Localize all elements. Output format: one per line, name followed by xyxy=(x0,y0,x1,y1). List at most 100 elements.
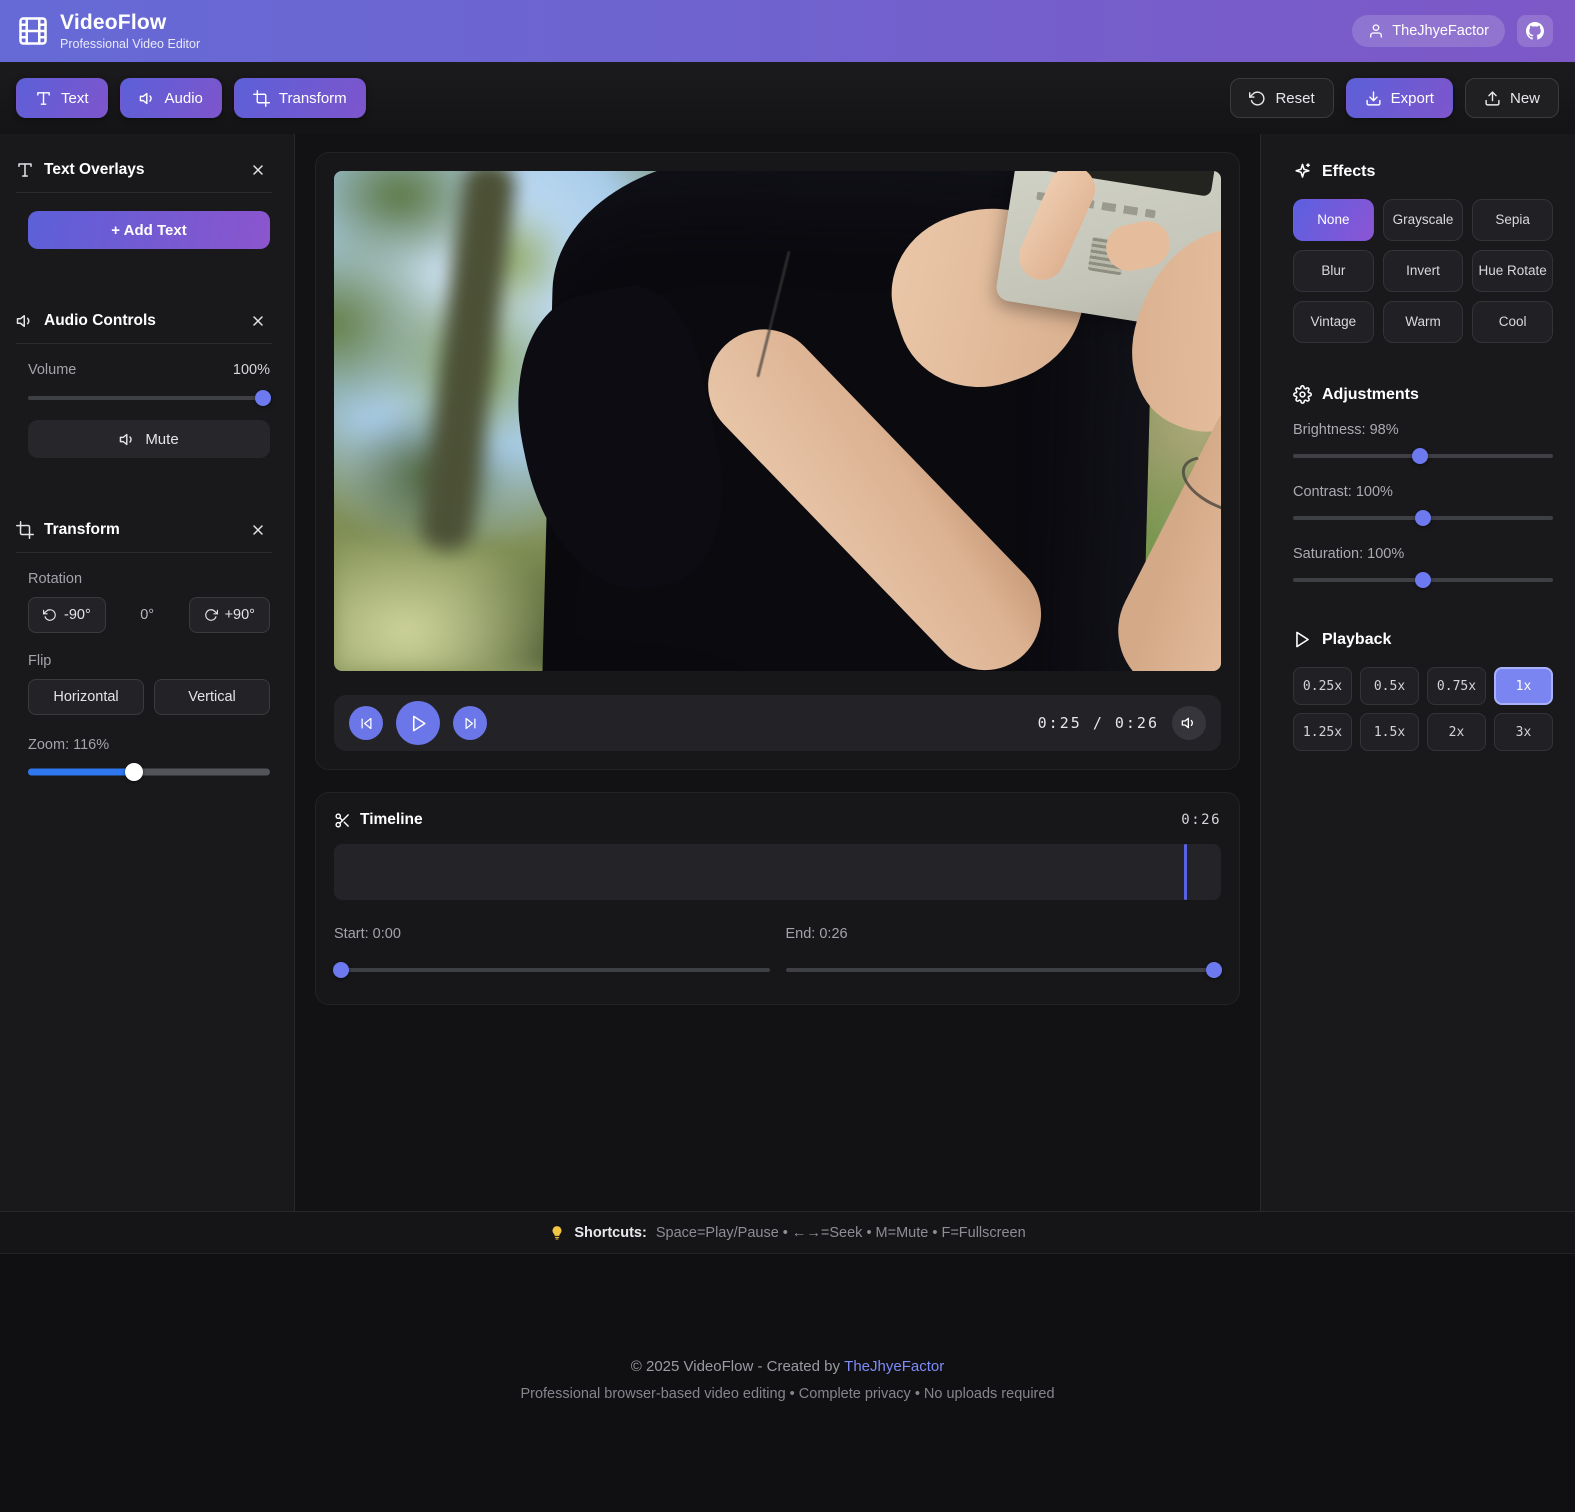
crop-icon xyxy=(16,521,34,539)
trim-start-track[interactable] xyxy=(334,968,770,972)
play-button[interactable] xyxy=(396,701,440,745)
effect-none-button[interactable]: None xyxy=(1293,199,1374,241)
zoom-slider[interactable] xyxy=(28,763,270,781)
export-button[interactable]: Export xyxy=(1345,78,1453,118)
saturation-slider[interactable] xyxy=(1293,572,1553,588)
effects-title: Effects xyxy=(1322,162,1376,180)
brightness-slider-thumb[interactable] xyxy=(1412,448,1429,464)
gear-icon xyxy=(1293,385,1312,404)
brightness-slider[interactable] xyxy=(1293,448,1553,464)
zoom-label: Zoom: 116% xyxy=(28,737,110,753)
user-badge[interactable]: TheJhyeFactor xyxy=(1352,15,1505,47)
speed-1-25x-button[interactable]: 1.25x xyxy=(1293,713,1352,751)
film-icon xyxy=(18,16,48,46)
audio-controls-header: Audio Controls xyxy=(16,311,272,344)
new-label: New xyxy=(1509,89,1540,107)
crop-icon xyxy=(252,89,270,107)
effect-blur-button[interactable]: Blur xyxy=(1293,250,1374,292)
effect-warm-button[interactable]: Warm xyxy=(1382,301,1464,343)
timeline-track[interactable] xyxy=(334,844,1221,900)
playback-section: Playback 0.25x 0.5x 0.75x 1x 1.25x 1.5x … xyxy=(1293,630,1553,751)
effect-hue-rotate-button[interactable]: Hue Rotate xyxy=(1472,250,1553,292)
shortcuts-bar: Shortcuts: Space=Play/Pause • ←→=Seek • … xyxy=(0,1211,1575,1253)
shortcuts-text: Space=Play/Pause • ←→=Seek • M=Mute • F=… xyxy=(655,1224,1026,1241)
transform-tool-label: Transform xyxy=(278,89,347,107)
site-footer: © 2025 VideoFlow - Created by TheJhyeFac… xyxy=(0,1253,1575,1512)
close-icon xyxy=(250,522,266,538)
close-transform-button[interactable] xyxy=(248,520,268,540)
effect-grayscale-button[interactable]: Grayscale xyxy=(1382,199,1464,241)
speed-0-5x-button[interactable]: 0.5x xyxy=(1360,667,1419,705)
transform-title: Transform xyxy=(44,521,120,538)
flip-horizontal-button[interactable]: Horizontal xyxy=(28,679,144,715)
trim-start-thumb[interactable] xyxy=(332,962,349,978)
speed-0-25x-button[interactable]: 0.25x xyxy=(1293,667,1352,705)
rotate-ccw-button[interactable]: -90° xyxy=(28,597,106,633)
speed-3x-button[interactable]: 3x xyxy=(1494,713,1553,751)
saturation-slider-thumb[interactable] xyxy=(1415,572,1431,588)
trim-end-label: End: 0:26 xyxy=(785,926,848,942)
speaker-icon xyxy=(16,312,34,330)
reset-button[interactable]: Reset xyxy=(1230,78,1334,118)
text-tool-button[interactable]: Text xyxy=(16,78,108,118)
close-icon xyxy=(250,162,266,178)
volume-slider-thumb[interactable] xyxy=(254,390,271,406)
volume-slider-track[interactable] xyxy=(28,396,270,400)
timeline-duration: 0:26 xyxy=(1181,812,1221,828)
speed-0-75x-button[interactable]: 0.75x xyxy=(1427,667,1486,705)
rotate-cw-button[interactable]: +90° xyxy=(188,597,270,633)
github-button[interactable] xyxy=(1517,15,1553,47)
rotation-value: 0° xyxy=(140,607,155,623)
trim-start-slider[interactable] xyxy=(332,962,770,978)
skip-back-button[interactable] xyxy=(349,706,383,740)
header-right: TheJhyeFactor xyxy=(1352,15,1553,47)
github-icon xyxy=(1526,22,1544,40)
effects-header: Effects xyxy=(1293,162,1553,181)
speed-1-5x-button[interactable]: 1.5x xyxy=(1360,713,1419,751)
zoom-slider-thumb[interactable] xyxy=(125,763,144,781)
close-audio-controls-button[interactable] xyxy=(248,311,268,331)
timeline-playhead[interactable] xyxy=(1183,844,1187,900)
trim-end-slider[interactable] xyxy=(785,962,1223,978)
effect-cool-button[interactable]: Cool xyxy=(1472,301,1553,343)
speed-2x-button[interactable]: 2x xyxy=(1427,713,1486,751)
volume-toggle-button[interactable] xyxy=(1172,706,1206,740)
speaker-icon xyxy=(119,431,136,448)
mute-button[interactable]: Mute xyxy=(28,420,270,458)
type-icon xyxy=(16,161,34,179)
flip-vertical-button[interactable]: Vertical xyxy=(154,679,270,715)
toolbar-right: Reset Export New xyxy=(1230,78,1559,118)
contrast-slider[interactable] xyxy=(1293,510,1553,526)
transform-panel: Transform Rotation -90° 0° +90° Flip Hor… xyxy=(16,520,272,781)
sparkles-icon xyxy=(1293,162,1312,181)
trim-end-thumb[interactable] xyxy=(1206,962,1223,978)
skip-forward-button[interactable] xyxy=(453,706,487,740)
contrast-slider-thumb[interactable] xyxy=(1415,510,1431,526)
credit-link[interactable]: TheJhyeFactor xyxy=(844,1358,944,1375)
audio-tool-button[interactable]: Audio xyxy=(119,78,222,118)
trim-end-track[interactable] xyxy=(785,968,1221,972)
speaker-icon xyxy=(1181,715,1197,731)
time-separator: / xyxy=(1092,714,1104,732)
transform-tool-button[interactable]: Transform xyxy=(233,78,366,118)
adjustments-section: Adjustments Brightness: 98% Contrast: 10… xyxy=(1293,385,1553,588)
speed-1x-button[interactable]: 1x xyxy=(1494,667,1553,705)
text-overlays-header: Text Overlays xyxy=(16,160,272,193)
effects-section: Effects None Grayscale Sepia Blur Invert… xyxy=(1293,162,1553,343)
video-preview[interactable] xyxy=(334,171,1221,671)
user-icon xyxy=(1368,23,1384,39)
effect-vintage-button[interactable]: Vintage xyxy=(1293,301,1374,343)
volume-slider[interactable] xyxy=(28,390,271,406)
left-sidebar: Text Overlays + Add Text Audio Controls … xyxy=(0,134,295,1211)
rotation-label: Rotation xyxy=(28,571,83,587)
app-subtitle: Professional Video Editor xyxy=(60,37,201,51)
type-icon xyxy=(35,90,52,107)
close-text-overlays-button[interactable] xyxy=(248,160,268,180)
flip-row: Horizontal Vertical xyxy=(28,679,270,715)
add-text-button[interactable]: + Add Text xyxy=(28,211,270,249)
effect-invert-button[interactable]: Invert xyxy=(1382,250,1464,292)
rotate-cw-label: +90° xyxy=(224,607,255,623)
new-button[interactable]: New xyxy=(1464,78,1559,118)
tagline: Professional browser-based video editing… xyxy=(520,1386,1055,1402)
effect-sepia-button[interactable]: Sepia xyxy=(1472,199,1553,241)
